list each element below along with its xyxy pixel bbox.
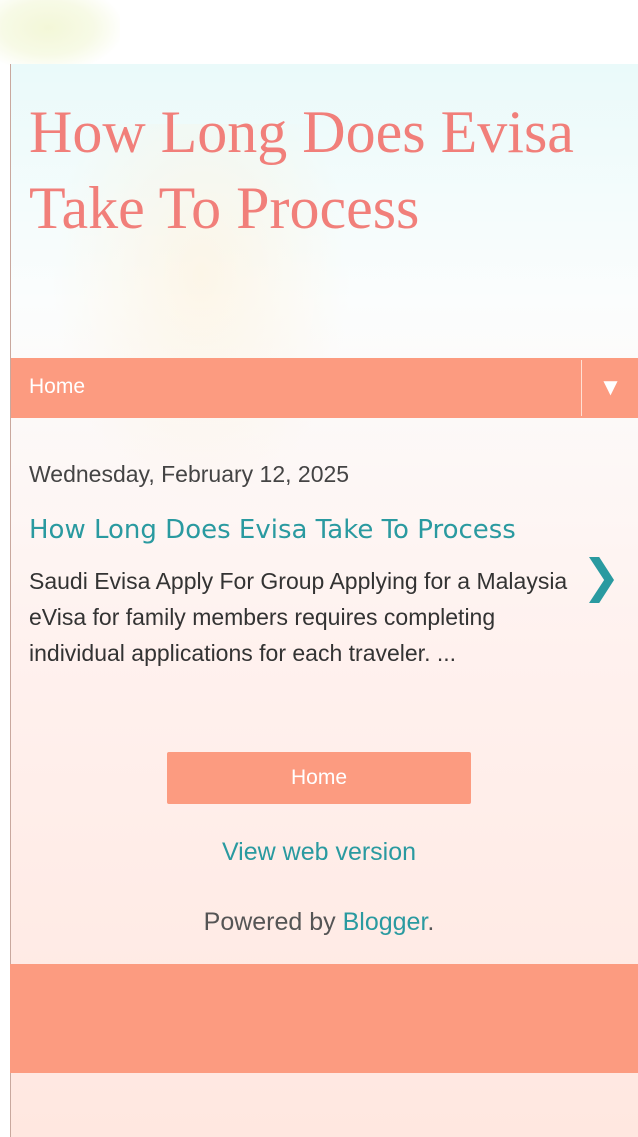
navigation-bar: Home ▼: [11, 358, 638, 418]
nav-home-link[interactable]: Home: [29, 358, 85, 418]
home-button[interactable]: Home: [167, 752, 471, 804]
chevron-right-icon[interactable]: ❯: [582, 546, 621, 606]
post: Wednesday, February 12, 2025 How Long Do…: [29, 460, 579, 671]
top-decoration: [0, 0, 120, 70]
post-title-link[interactable]: How Long Does Evisa Take To Process: [29, 510, 579, 551]
powered-by-suffix: .: [427, 908, 435, 936]
powered-by-prefix: Powered by: [203, 908, 343, 936]
view-web-version-link[interactable]: View web version: [0, 836, 638, 868]
post-snippet: Saudi Evisa Apply For Group Applying for…: [29, 568, 568, 666]
blog-header: How Long Does Evisa Take To Process: [29, 94, 589, 246]
powered-by: Powered by Blogger.: [0, 906, 638, 938]
dropdown-arrow-icon[interactable]: ▼: [582, 358, 638, 418]
blogger-link[interactable]: Blogger: [343, 908, 428, 936]
page: How Long Does Evisa Take To Process Home…: [0, 0, 638, 1137]
blog-title[interactable]: How Long Does Evisa Take To Process: [29, 94, 589, 246]
post-date: Wednesday, February 12, 2025: [29, 461, 350, 487]
footer-band: [10, 964, 638, 1073]
